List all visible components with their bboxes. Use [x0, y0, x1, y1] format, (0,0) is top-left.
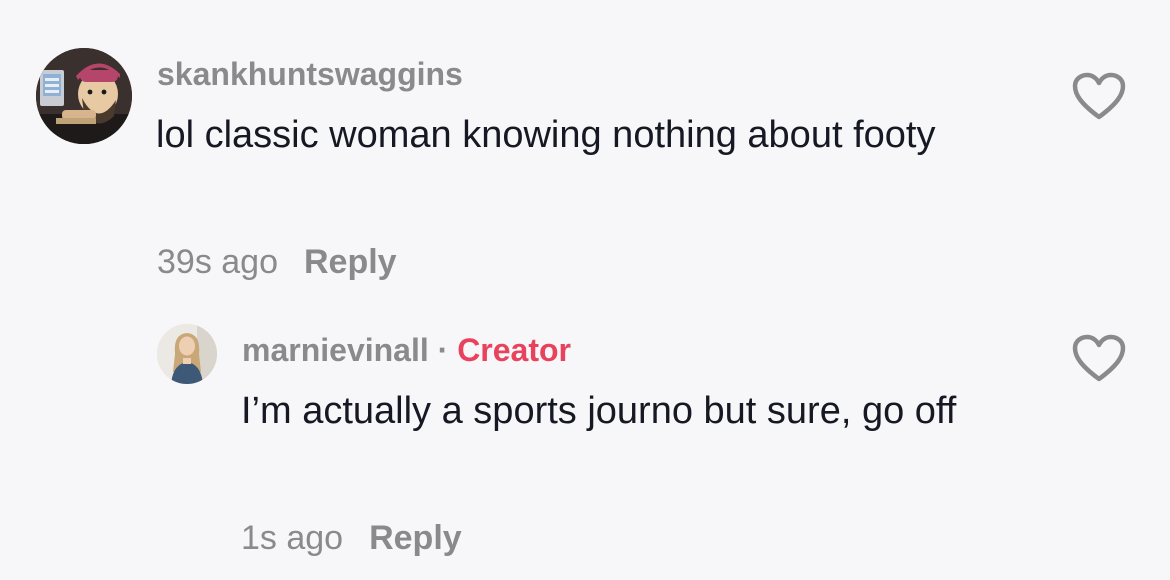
reply-timestamp: 1s ago [241, 519, 344, 557]
heart-outline-icon [1072, 72, 1126, 120]
comment-text: lol classic woman knowing nothing about … [156, 114, 936, 156]
avatar-image [36, 48, 132, 144]
avatar-image [157, 324, 217, 384]
like-button[interactable] [1072, 72, 1126, 122]
reply-button[interactable]: Reply [369, 519, 462, 557]
comment-meta: 39s ago Reply [157, 243, 397, 282]
creator-badge: Creator [457, 332, 571, 368]
avatar[interactable] [157, 324, 217, 384]
like-button[interactable] [1072, 334, 1126, 384]
comment-timestamp: 39s ago [157, 243, 278, 281]
separator-dot: · [437, 332, 449, 368]
reply-button[interactable]: Reply [304, 243, 397, 281]
reply-username-row: marnievinall · Creator [242, 332, 571, 369]
heart-outline-icon [1072, 334, 1126, 382]
reply-username[interactable]: marnievinall [242, 332, 429, 368]
reply-text: I’m actually a sports journo but sure, g… [241, 390, 957, 432]
comment-username[interactable]: skankhuntswaggins [157, 56, 463, 93]
avatar[interactable] [36, 48, 132, 144]
reply-meta: 1s ago Reply [241, 519, 462, 558]
